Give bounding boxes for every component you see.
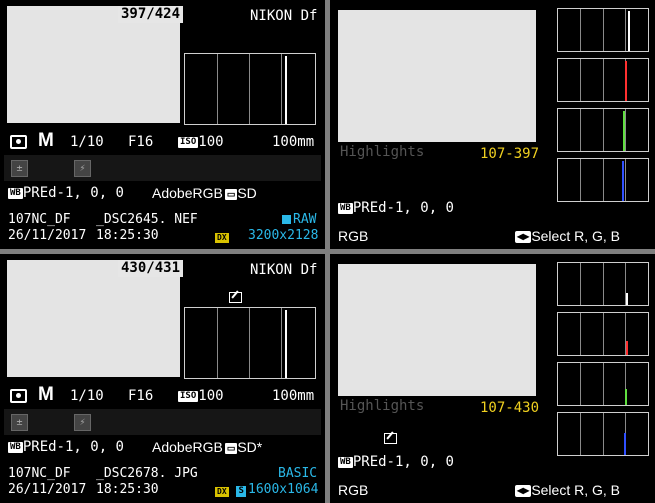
retouch-icon bbox=[384, 433, 397, 444]
image-preview bbox=[7, 6, 180, 123]
white-balance: PREd-1, 0, 0 bbox=[22, 185, 124, 201]
file-number: 107-430 bbox=[480, 400, 540, 416]
flash-compensation-icon: ⚡ bbox=[74, 160, 91, 177]
color-space: AdobeRGB bbox=[152, 185, 223, 201]
wb-icon: WB bbox=[8, 187, 23, 199]
exposure-compensation-icon: ± bbox=[11, 160, 28, 177]
shutter-speed: 1/10 bbox=[70, 134, 104, 150]
wb-icon: WB bbox=[8, 441, 23, 453]
file-number: 107-397 bbox=[480, 146, 540, 162]
highlights-label: Highlights bbox=[340, 144, 425, 160]
frame-counter: 397/424 bbox=[118, 6, 184, 23]
histogram-rgb bbox=[557, 262, 649, 306]
histogram-blue bbox=[557, 158, 649, 202]
histogram-blue bbox=[557, 412, 649, 456]
histogram-rgb bbox=[557, 8, 649, 52]
histogram-peak bbox=[285, 310, 287, 378]
retouch-icon bbox=[229, 292, 242, 303]
focal-length: 100mm bbox=[272, 134, 315, 150]
white-balance: PREd-1, 0, 0 bbox=[352, 454, 454, 470]
channel-label: RGB bbox=[338, 482, 369, 498]
capture-date: 26/11/2017 bbox=[8, 482, 87, 497]
aperture: F16 bbox=[128, 134, 154, 150]
luminance-histogram bbox=[184, 307, 316, 379]
compensation-row: ± ⚡ bbox=[4, 155, 321, 181]
iso-icon: ISO bbox=[178, 136, 199, 148]
multi-selector-icon: ◀▶ bbox=[515, 231, 532, 244]
histogram-green bbox=[557, 108, 649, 152]
folder-name: 107NC_DF bbox=[8, 212, 71, 227]
select-channel-label: Select R, G, B bbox=[531, 228, 621, 244]
iso-icon: ISO bbox=[178, 390, 199, 402]
image-quality: RAW bbox=[293, 212, 317, 227]
image-preview bbox=[338, 10, 536, 142]
playback-screen-shooting-data-2: 430/431 NIKON Df M 1/10 F16 ISO 100 100mm… bbox=[0, 254, 325, 503]
image-preview bbox=[338, 264, 536, 396]
image-size: 3200x2128 bbox=[248, 228, 319, 243]
white-balance: PREd-1, 0, 0 bbox=[22, 439, 124, 455]
color-space: AdobeRGB bbox=[152, 439, 223, 455]
exposure-mode: M bbox=[38, 384, 54, 405]
capture-time: 18:25:30 bbox=[96, 482, 159, 497]
exposure-mode: M bbox=[38, 130, 54, 151]
image-quality: BASIC bbox=[278, 466, 318, 481]
wb-icon: WB bbox=[338, 456, 353, 468]
playback-screen-rgb-histogram-1: Highlights 107-397 WB PREd-1, 0, 0 RGB ◀▶… bbox=[330, 0, 655, 249]
image-preview bbox=[7, 260, 180, 377]
histogram-green bbox=[557, 362, 649, 406]
capture-date: 26/11/2017 bbox=[8, 228, 87, 243]
white-balance: PREd-1, 0, 0 bbox=[352, 200, 454, 216]
shutter-speed: 1/10 bbox=[70, 388, 104, 404]
flash-compensation-icon: ⚡ bbox=[74, 414, 91, 431]
image-size: 1600x1064 bbox=[248, 482, 319, 497]
highlights-label: Highlights bbox=[340, 398, 425, 414]
select-channel-hint[interactable]: ◀▶ Select R, G, B bbox=[515, 482, 620, 498]
picture-control-icon: ▭ bbox=[224, 442, 238, 454]
channel-label: RGB bbox=[338, 228, 369, 244]
iso-value: 100 bbox=[198, 134, 224, 150]
picture-control-icon: ▭ bbox=[224, 188, 238, 200]
frame-counter: 430/431 bbox=[118, 260, 184, 277]
size-s-badge: S bbox=[236, 486, 246, 497]
matrix-metering-icon bbox=[10, 389, 27, 403]
dx-badge: DX bbox=[215, 232, 229, 243]
exposure-compensation-icon: ± bbox=[11, 414, 28, 431]
playback-screen-rgb-histogram-2: Highlights 107-430 WB PREd-1, 0, 0 RGB ◀▶… bbox=[330, 254, 655, 503]
focal-length: 100mm bbox=[272, 388, 315, 404]
capture-time: 18:25:30 bbox=[96, 228, 159, 243]
histogram-peak bbox=[285, 56, 287, 124]
select-channel-hint[interactable]: ◀▶ Select R, G, B bbox=[515, 228, 620, 244]
raw-icon bbox=[282, 215, 291, 224]
dx-badge: DX bbox=[215, 486, 229, 497]
folder-name: 107NC_DF bbox=[8, 466, 71, 481]
histogram-red bbox=[557, 312, 649, 356]
playback-screen-shooting-data-1: 397/424 NIKON Df M 1/10 F16 ISO 100 100mm… bbox=[0, 0, 325, 249]
wb-icon: WB bbox=[338, 202, 353, 214]
file-name: _DSC2645. NEF bbox=[96, 212, 198, 227]
matrix-metering-icon bbox=[10, 135, 27, 149]
aperture: F16 bbox=[128, 388, 154, 404]
compensation-row: ± ⚡ bbox=[4, 409, 321, 435]
select-channel-label: Select R, G, B bbox=[531, 482, 621, 498]
picture-control: SD* bbox=[237, 439, 263, 455]
histogram-red bbox=[557, 58, 649, 102]
picture-control: SD bbox=[237, 185, 257, 201]
iso-value: 100 bbox=[198, 388, 224, 404]
file-name: _DSC2678. JPG bbox=[96, 466, 198, 481]
camera-model: NIKON Df bbox=[250, 262, 318, 278]
multi-selector-icon: ◀▶ bbox=[515, 485, 532, 498]
luminance-histogram bbox=[184, 53, 316, 125]
camera-model: NIKON Df bbox=[250, 8, 318, 24]
